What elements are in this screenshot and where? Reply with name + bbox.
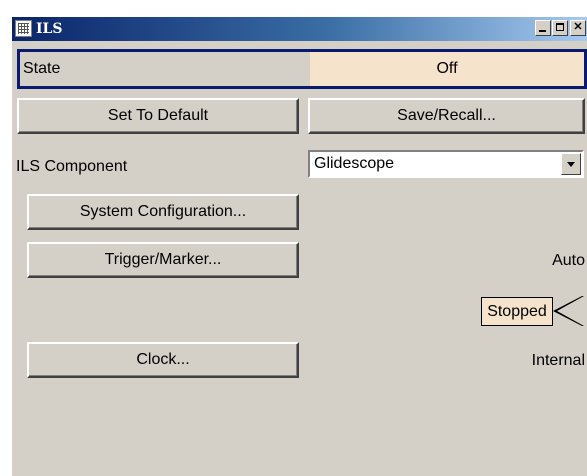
clock-source-value: Internal bbox=[531, 352, 585, 369]
minimize-button[interactable] bbox=[535, 20, 551, 36]
state-row[interactable]: State Off bbox=[17, 49, 587, 89]
trigger-status-badge: Stopped bbox=[481, 297, 553, 326]
title-bar[interactable]: ILS ✕ bbox=[12, 17, 587, 41]
window-title: ILS bbox=[36, 21, 63, 37]
minimize-icon bbox=[539, 30, 546, 32]
save-recall-button[interactable]: Save/Recall... bbox=[308, 98, 585, 134]
ils-component-value: Glidescope bbox=[314, 155, 395, 172]
system-configuration-button[interactable]: System Configuration... bbox=[27, 194, 299, 230]
ils-component-label: ILS Component bbox=[16, 158, 128, 175]
trigger-marker-button[interactable]: Trigger/Marker... bbox=[27, 242, 299, 278]
chevron-down-icon[interactable] bbox=[561, 153, 581, 175]
close-button[interactable]: ✕ bbox=[570, 20, 586, 36]
maximize-button[interactable] bbox=[552, 20, 568, 36]
ils-component-select[interactable]: Glidescope bbox=[308, 150, 584, 178]
table-icon bbox=[15, 20, 32, 37]
maximize-icon bbox=[556, 23, 564, 31]
state-toggle[interactable]: Off bbox=[310, 52, 584, 86]
ils-window: ILS ✕ State Off Set To Default Save/Reca… bbox=[12, 17, 587, 476]
clock-button[interactable]: Clock... bbox=[27, 342, 299, 378]
trigger-mode-value: Auto bbox=[552, 252, 585, 269]
set-to-default-button[interactable]: Set To Default bbox=[17, 98, 299, 134]
state-label: State bbox=[23, 60, 61, 77]
arrow-left-icon bbox=[553, 296, 584, 326]
close-icon: ✕ bbox=[573, 21, 583, 33]
